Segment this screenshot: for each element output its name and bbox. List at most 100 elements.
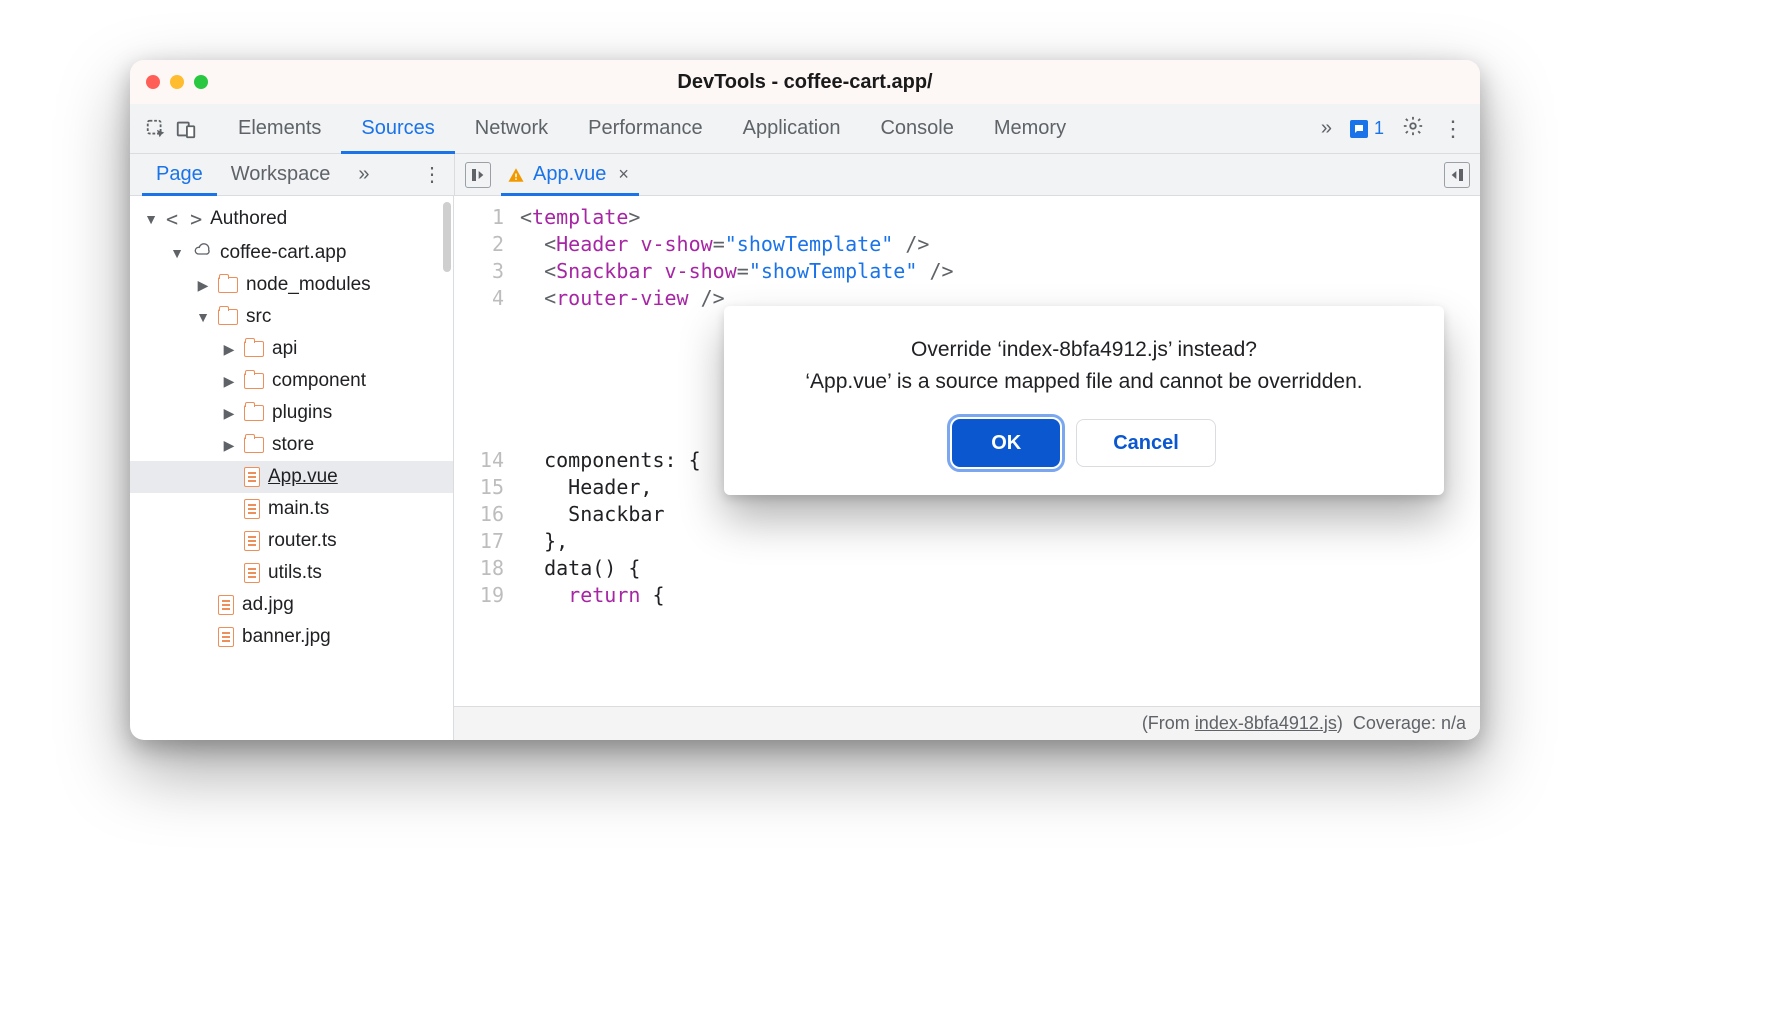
dialog-line-2: ‘App.vue’ is a source mapped file and ca… xyxy=(752,366,1416,398)
tree-site-label: coffee-cart.app xyxy=(220,242,346,264)
folder-icon xyxy=(244,405,264,421)
panel-tab-application[interactable]: Application xyxy=(723,104,861,154)
navigator-overflow-icon[interactable]: » xyxy=(350,163,377,186)
devtools-window: DevTools - coffee-cart.app/ ElementsSour… xyxy=(130,60,1480,740)
gutter-line xyxy=(454,366,504,393)
main-toolbar: ElementsSourcesNetworkPerformanceApplica… xyxy=(130,104,1480,154)
navigator-tabs: Page Workspace » ⋮ xyxy=(130,154,454,195)
file-label: main.ts xyxy=(268,498,329,520)
kebab-menu-icon[interactable]: ⋮ xyxy=(1442,116,1464,142)
line-gutter: 1234 141516171819 xyxy=(454,196,514,706)
file-icon xyxy=(244,531,260,551)
file-icon xyxy=(244,499,260,519)
folder-label: store xyxy=(272,434,314,456)
file-icon xyxy=(244,563,260,583)
gutter-line: 17 xyxy=(454,528,504,555)
ok-button[interactable]: OK xyxy=(952,419,1060,467)
file-tree: ▼< > Authored ▼ coffee-cart.app ▶ node_m… xyxy=(130,196,454,740)
file-label: router.ts xyxy=(268,530,337,552)
file-label: ad.jpg xyxy=(242,594,294,616)
folder-icon xyxy=(244,373,264,389)
folder-icon xyxy=(218,309,238,325)
file-icon xyxy=(218,595,234,615)
gutter-line: 1 xyxy=(454,204,504,231)
gutter-line: 16 xyxy=(454,501,504,528)
file-label: banner.jpg xyxy=(242,626,331,648)
workspace-tab[interactable]: Workspace xyxy=(217,154,345,196)
code-line[interactable]: Snackbar xyxy=(520,501,1480,528)
cloud-icon xyxy=(192,241,212,264)
gutter-line: 15 xyxy=(454,474,504,501)
gutter-line: 2 xyxy=(454,231,504,258)
tree-file-router-ts[interactable]: router.ts xyxy=(130,525,453,557)
titlebar: DevTools - coffee-cart.app/ xyxy=(130,60,1480,104)
panel-tab-sources[interactable]: Sources xyxy=(341,104,454,154)
code-line[interactable]: return { xyxy=(520,582,1480,609)
toggle-debugger-icon[interactable] xyxy=(1444,162,1470,188)
gutter-line xyxy=(454,312,504,339)
gutter-line: 14 xyxy=(454,447,504,474)
gutter-line xyxy=(454,393,504,420)
panel-tab-console[interactable]: Console xyxy=(860,104,973,154)
gutter-line: 18 xyxy=(454,555,504,582)
tree-root-authored[interactable]: ▼< > Authored xyxy=(130,202,453,236)
file-label: utils.ts xyxy=(268,562,322,584)
panel-tabs: ElementsSourcesNetworkPerformanceApplica… xyxy=(218,104,1315,154)
folder-label: plugins xyxy=(272,402,332,424)
folder-label: component xyxy=(272,370,366,392)
open-file-name: App.vue xyxy=(533,163,606,186)
statusbar-coverage: Coverage: n/a xyxy=(1353,713,1466,734)
tree-folder-node-modules[interactable]: ▶ node_modules xyxy=(130,269,453,301)
tree-scrollbar[interactable] xyxy=(443,202,451,272)
panel-tab-performance[interactable]: Performance xyxy=(568,104,723,154)
override-confirm-dialog: Override ‘index-8bfa4912.js’ instead? ‘A… xyxy=(724,306,1444,495)
gutter-line: 3 xyxy=(454,258,504,285)
file-icon xyxy=(244,467,260,487)
statusbar-from-link[interactable]: index-8bfa4912.js xyxy=(1195,713,1337,733)
folder-icon xyxy=(218,277,238,293)
code-editor[interactable]: 1234 141516171819 <template> <Header v-s… xyxy=(454,196,1480,740)
tree-file-app-vue[interactable]: App.vue xyxy=(130,461,453,493)
tree-folder-plugins[interactable]: ▶plugins xyxy=(130,397,453,429)
close-file-icon[interactable]: × xyxy=(614,164,633,185)
page-tab[interactable]: Page xyxy=(142,154,217,196)
device-toolbar-icon[interactable] xyxy=(174,117,198,141)
file-label: App.vue xyxy=(268,466,338,488)
chat-bubble-icon xyxy=(1350,120,1368,138)
gutter-line xyxy=(454,339,504,366)
panel-tab-memory[interactable]: Memory xyxy=(974,104,1086,154)
folder-label: src xyxy=(246,306,271,328)
code-line[interactable]: data() { xyxy=(520,555,1480,582)
panel-overflow-icon[interactable]: » xyxy=(1321,117,1332,140)
inspect-element-icon[interactable] xyxy=(144,117,168,141)
folder-label: node_modules xyxy=(246,274,371,296)
panel-tab-network[interactable]: Network xyxy=(455,104,568,154)
tree-file-ad-jpg[interactable]: ad.jpg xyxy=(130,589,453,621)
folder-icon xyxy=(244,437,264,453)
code-line[interactable]: <Snackbar v-show="showTemplate" /> xyxy=(520,258,1480,285)
tree-file-utils-ts[interactable]: utils.ts xyxy=(130,557,453,589)
panel-tab-elements[interactable]: Elements xyxy=(218,104,341,154)
tree-folder-component[interactable]: ▶component xyxy=(130,365,453,397)
tree-folder-src[interactable]: ▼ src xyxy=(130,301,453,333)
code-line[interactable]: <template> xyxy=(520,204,1480,231)
tree-file-banner-jpg[interactable]: banner.jpg xyxy=(130,621,453,653)
tree-file-main-ts[interactable]: main.ts xyxy=(130,493,453,525)
toggle-navigator-icon[interactable] xyxy=(465,162,491,188)
tree-folder-api[interactable]: ▶api xyxy=(130,333,453,365)
statusbar-from-suffix: ) xyxy=(1337,713,1343,733)
navigator-kebab-icon[interactable]: ⋮ xyxy=(422,162,454,187)
issues-count: 1 xyxy=(1374,118,1384,139)
folder-icon xyxy=(244,341,264,357)
code-line[interactable]: }, xyxy=(520,528,1480,555)
tree-folder-store[interactable]: ▶store xyxy=(130,429,453,461)
open-file-tab[interactable]: App.vue × xyxy=(501,154,639,196)
cancel-button[interactable]: Cancel xyxy=(1076,419,1216,467)
settings-gear-icon[interactable] xyxy=(1402,115,1424,143)
dialog-line-1: Override ‘index-8bfa4912.js’ instead? xyxy=(752,334,1416,366)
tree-site[interactable]: ▼ coffee-cart.app xyxy=(130,236,453,269)
editor-statusbar: (From index-8bfa4912.js) Coverage: n/a xyxy=(454,706,1480,740)
code-line[interactable]: <Header v-show="showTemplate" /> xyxy=(520,231,1480,258)
issues-badge[interactable]: 1 xyxy=(1350,118,1384,139)
gutter-line xyxy=(454,420,504,447)
